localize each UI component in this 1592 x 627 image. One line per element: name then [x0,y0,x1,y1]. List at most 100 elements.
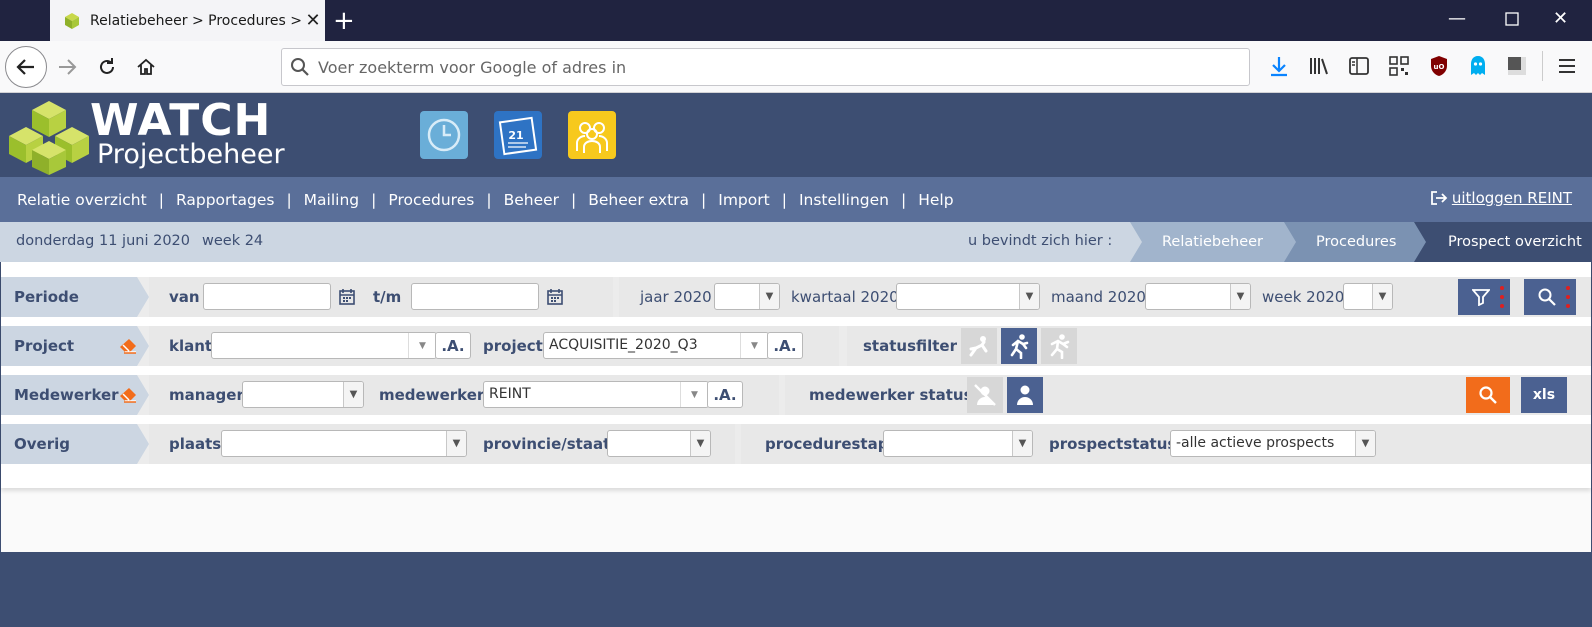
filter-label-project-text: Project [14,337,75,355]
project-value: ACQUISITIE_2020_Q3 [549,337,698,353]
van-date-input[interactable] [203,283,331,310]
search-options-button[interactable] [1524,279,1576,315]
medewerker-combobox[interactable]: REINT ▼ [483,381,709,408]
forward-button[interactable] [49,49,85,85]
medewerker-segment: manager ▼ medewerker REINT ▼ .A. [149,375,779,415]
maximize-icon[interactable] [1505,10,1519,31]
hamburger-menu-icon[interactable] [1556,55,1578,77]
menu-import[interactable]: Import [718,191,769,209]
sidebar-icon[interactable] [1348,55,1370,77]
home-button[interactable] [128,49,164,85]
browser-tab[interactable]: Relatiebeheer > Procedures > Prospect ov… [50,0,325,41]
qr-code-icon[interactable] [1388,55,1410,77]
ghostery-icon[interactable] [1467,55,1489,77]
klant-label: klant [169,337,213,355]
jaar-select[interactable]: ▼ [714,283,780,310]
watch-favicon-icon [65,12,79,29]
chevron-down-icon: ▼ [408,333,436,358]
menu-separator: | [286,190,292,209]
tm-label: t/m [373,288,402,306]
klant-a-button[interactable]: .A. [435,332,471,359]
filter-label-medewerker-text: Medewerker [14,386,119,404]
medewerker-status-label: medewerker status [809,386,973,404]
chevron-down-icon: ▼ [740,333,768,358]
url-bar[interactable] [281,48,1250,86]
plaats-select[interactable]: ▼ [221,430,467,457]
menu-beheer-extra[interactable]: Beheer extra [588,191,689,209]
status-sprint-button[interactable] [1041,328,1077,364]
running-person-icon [1010,334,1029,359]
main-menu: Relatie overzicht | Rapportages | Mailin… [0,177,1592,222]
status-crawl-button[interactable] [961,328,997,364]
prospectstatus-label: prospectstatus [1049,435,1177,453]
contacts-group-icon[interactable] [568,111,616,159]
menu-procedures[interactable]: Procedures [388,191,474,209]
close-tab-icon[interactable]: ✕ [301,10,325,31]
search-button[interactable] [1466,377,1510,413]
status-inactive-user-button[interactable] [967,377,1003,413]
provincie-select[interactable]: ▼ [607,430,711,457]
ublock-icon[interactable]: uO [1428,55,1450,77]
statusfilter-segment: statusfilter [847,326,1591,366]
minimize-icon[interactable]: — [1448,8,1466,29]
library-icon[interactable] [1308,55,1330,77]
eraser-icon[interactable] [119,338,137,354]
filter-row-overig: Overig plaats ▼ provincie/staat ▼ proced… [1,424,1591,464]
calendar-icon[interactable] [547,289,563,305]
back-button[interactable] [5,46,47,88]
status-active-user-button[interactable] [1007,377,1043,413]
menu-rapportages[interactable]: Rapportages [176,191,275,209]
eraser-icon[interactable] [119,387,137,403]
menu-beheer[interactable]: Beheer [504,191,559,209]
filter-options-button[interactable] [1458,279,1510,315]
overig-procedure-segment: procedurestap ▼ prospectstatus -alle act… [741,424,1591,464]
svg-text:uO: uO [1434,63,1445,71]
medewerker-a-button[interactable]: .A. [707,381,743,408]
week-select[interactable]: ▼ [1343,283,1393,310]
breadcrumb-procedures[interactable]: Procedures [1284,222,1428,262]
procedurestap-select[interactable]: ▼ [883,430,1033,457]
klant-combobox[interactable]: ▼ [211,332,437,359]
reload-button[interactable] [89,49,125,85]
menu-instellingen[interactable]: Instellingen [799,191,889,209]
xls-export-button[interactable]: xls [1521,377,1567,413]
you-are-here-label: u bevindt zich hier : [968,233,1113,249]
download-icon[interactable] [1268,55,1290,77]
toolbar-divider [1542,51,1543,81]
breadcrumb: donderdag 11 juni 2020 week 24 u bevindt… [0,222,1592,262]
menu-separator: | [781,190,787,209]
svg-text:21: 21 [508,129,523,142]
browser-titlebar: Relatiebeheer > Procedures > Prospect ov… [0,0,1592,41]
manager-select[interactable]: ▼ [242,381,364,408]
timesheet-clock-icon[interactable] [420,111,468,159]
chevron-down-icon: ▼ [1355,431,1375,456]
menu-mailing[interactable]: Mailing [304,191,359,209]
procedurestap-label: procedurestap [765,435,889,453]
breadcrumb-relatiebeheer[interactable]: Relatiebeheer [1130,222,1298,262]
logout-link[interactable]: uitloggen REINT [1430,189,1572,207]
extension-icon[interactable] [1506,55,1528,77]
prospectstatus-select[interactable]: -alle actieve prospects ▼ [1170,430,1376,457]
plaats-label: plaats [169,435,222,453]
periode-dates-segment: van t/m [149,277,613,317]
url-input[interactable] [310,57,1249,77]
browser-navbar: uO [0,41,1592,93]
menu-help[interactable]: Help [918,191,953,209]
maand-select[interactable]: ▼ [1145,283,1251,310]
close-window-icon[interactable]: ✕ [1553,8,1568,29]
menu-separator: | [371,190,377,209]
calendar-icon[interactable]: 21 [494,111,542,159]
menu-relatie-overzicht[interactable]: Relatie overzicht [17,191,147,209]
jaar-label: jaar 2020 [640,288,712,306]
tab-title: Relatiebeheer > Procedures > Prospect ov… [90,12,301,29]
tm-date-input[interactable] [411,283,539,310]
project-a-button[interactable]: .A. [767,332,803,359]
more-options-icon [1566,286,1570,308]
project-combobox[interactable]: ACQUISITIE_2020_Q3 ▼ [543,332,769,359]
kwartaal-select[interactable]: ▼ [896,283,1040,310]
calendar-icon[interactable] [339,289,355,305]
status-running-button[interactable] [1001,328,1037,364]
logout-label: uitloggen REINT [1451,189,1572,207]
logo-subtitle: Projectbeheer [97,139,285,170]
new-tab-icon[interactable]: + [333,6,355,36]
